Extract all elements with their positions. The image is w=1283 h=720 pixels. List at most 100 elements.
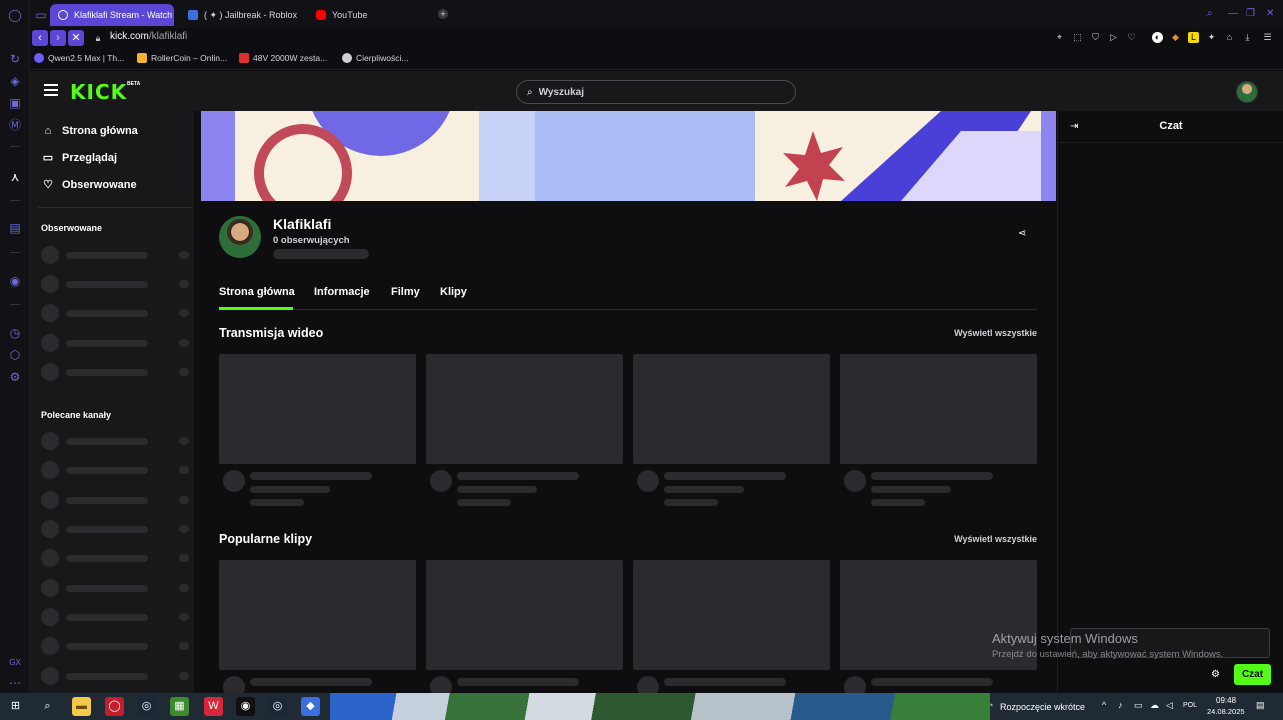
tab-home[interactable]: Strona główna bbox=[219, 286, 295, 298]
bookmark-rollercoin[interactable]: RollerCoin – Onlin... bbox=[137, 53, 227, 63]
mail-icon[interactable]: Ⓜ bbox=[8, 118, 22, 132]
play-icon[interactable]: ▷ bbox=[1108, 32, 1119, 43]
loading-icon bbox=[58, 10, 68, 20]
history-icon[interactable]: ◷ bbox=[8, 326, 22, 340]
language-indicator[interactable]: POL bbox=[1183, 702, 1197, 709]
puzzle-icon[interactable]: ✦ bbox=[1206, 32, 1217, 43]
aria-icon[interactable]: ◈ bbox=[8, 74, 22, 88]
minimize-icon[interactable]: — bbox=[1228, 8, 1238, 19]
url-field[interactable]: kick.com/klafiklafi bbox=[110, 31, 187, 42]
view-all-clips-link[interactable]: Wyświetl wszystkie bbox=[954, 534, 1037, 544]
view-all-videos-link[interactable]: Wyświetl wszystkie bbox=[954, 328, 1037, 338]
chat-settings-icon[interactable]: ⚙ bbox=[1211, 669, 1220, 680]
tab-strip: ▭ Klafiklafi Stream - Watch ( ✦ ) Jailbr… bbox=[30, 0, 1283, 28]
search-icon[interactable]: ⌕ bbox=[38, 697, 57, 716]
heart-icon[interactable]: ♡ bbox=[1126, 32, 1137, 43]
opera-gx-icon[interactable]: ◯ bbox=[105, 697, 124, 716]
bookmark-cierpliwosci[interactable]: Cierpliwości... bbox=[342, 53, 408, 63]
channel-tabs: Strona główna Informacje Filmy Klipy bbox=[219, 284, 1037, 310]
profile-extension-icon[interactable]: ◐ bbox=[1152, 32, 1163, 43]
search-tabs-icon[interactable]: ⌕ bbox=[1207, 8, 1213, 19]
file-explorer-icon[interactable]: ▬ bbox=[72, 697, 91, 716]
clock-time[interactable]: 09:48 bbox=[1216, 696, 1236, 705]
address-bar: ‹ › ✕ 🔒︎ kick.com/klafiklafi ⌖ ⬚ ⛉ ▷ ♡ ◐… bbox=[30, 28, 1283, 48]
skeleton-channel-row bbox=[41, 461, 189, 479]
share-icon[interactable]: ⋖ bbox=[1018, 228, 1030, 240]
tab-kick[interactable]: Klafiklafi Stream - Watch bbox=[50, 4, 174, 26]
pin-icon[interactable]: ⌖ bbox=[1054, 32, 1065, 43]
chat-panel: ⇥ Czat ⚙ Czat bbox=[1057, 111, 1283, 693]
messenger-icon[interactable]: ▣ bbox=[8, 96, 22, 110]
tab-videos[interactable]: Filmy bbox=[391, 286, 420, 298]
user-avatar[interactable] bbox=[1236, 81, 1258, 103]
close-window-icon[interactable]: ✕ bbox=[1266, 8, 1274, 19]
metamask-icon[interactable]: ◆ bbox=[1170, 32, 1181, 43]
kick-logo[interactable]: KICK bbox=[70, 80, 127, 104]
browse-icon: ▭ bbox=[42, 152, 54, 164]
download-icon[interactable]: ⤓ bbox=[1242, 32, 1253, 43]
notification-icon[interactable]: ◔ bbox=[981, 697, 1000, 716]
steam-icon[interactable]: ◎ bbox=[137, 697, 156, 716]
twitch-icon[interactable]: ▤ bbox=[8, 221, 22, 235]
forward-button[interactable]: › bbox=[50, 30, 66, 46]
notification-text[interactable]: Rozpoczęcie wkrótce bbox=[1000, 702, 1085, 712]
sidebar-item-browse[interactable]: ▭ Przeglądaj bbox=[42, 152, 117, 164]
snapshot-icon[interactable]: ⬚ bbox=[1072, 32, 1083, 43]
minecraft-icon[interactable]: ▦ bbox=[170, 697, 189, 716]
clock-date[interactable]: 24.08.2025 bbox=[1207, 707, 1245, 716]
shield-icon[interactable]: ⛉ bbox=[1090, 32, 1101, 43]
steam-icon[interactable]: ◎ bbox=[268, 697, 287, 716]
youtube-icon bbox=[316, 10, 326, 20]
more-icon[interactable]: ⋯ bbox=[8, 676, 22, 690]
bookmark-qwen[interactable]: Qwen2.5 Max | Th... bbox=[34, 53, 124, 63]
notification-center-icon[interactable]: ▤ bbox=[1256, 700, 1265, 711]
home-icon: ⌂ bbox=[44, 125, 52, 137]
restore-icon[interactable]: ❐ bbox=[1246, 8, 1255, 19]
search-input[interactable] bbox=[538, 86, 769, 98]
skeleton-channel-row bbox=[41, 549, 189, 567]
refresh-icon[interactable]: ↻ bbox=[8, 52, 22, 66]
github-icon[interactable]: ◉ bbox=[236, 697, 255, 716]
lock-icon[interactable]: 🔒︎ bbox=[90, 30, 106, 46]
settings-icon[interactable]: ⚙ bbox=[8, 370, 22, 384]
stop-loading-button[interactable]: ✕ bbox=[68, 30, 84, 46]
following-heading: Obserwowane bbox=[41, 223, 103, 233]
tab-roblox[interactable]: ( ✦ ) Jailbreak - Roblox bbox=[180, 4, 304, 26]
tab-about[interactable]: Informacje bbox=[314, 286, 370, 298]
player-icon[interactable]: ◉ bbox=[8, 274, 22, 288]
menu-icon[interactable] bbox=[44, 84, 58, 96]
sidebar-item-following[interactable]: ♡ Obserwowane bbox=[42, 179, 137, 191]
wallet-icon[interactable]: ⌂ bbox=[1224, 32, 1235, 43]
tab-clips[interactable]: Klipy bbox=[440, 286, 467, 298]
back-button[interactable]: ‹ bbox=[32, 30, 48, 46]
skeleton-channel-row bbox=[41, 491, 189, 509]
volume-icon[interactable]: ◁ bbox=[1166, 700, 1173, 711]
search-box[interactable]: ⌕ bbox=[516, 80, 796, 104]
tray-expand-icon[interactable]: ^ bbox=[1102, 700, 1106, 710]
start-icon[interactable]: ⊞ bbox=[6, 697, 25, 716]
arc-icon[interactable]: ⋏ bbox=[8, 170, 22, 184]
tab-youtube[interactable]: YouTube bbox=[308, 4, 418, 26]
tab-label: Klafiklafi Stream - Watch bbox=[74, 10, 173, 20]
sidebar-item-home[interactable]: ⌂ Strona główna bbox=[42, 125, 138, 137]
display-icon[interactable]: ▭ bbox=[1134, 700, 1143, 711]
bookmark-48v[interactable]: 48V 2000W zesta... bbox=[239, 53, 327, 63]
gx-icon[interactable]: GX bbox=[8, 656, 22, 670]
microphone-icon[interactable]: ♪ bbox=[1118, 700, 1123, 710]
extension-l-icon[interactable]: L bbox=[1188, 32, 1199, 43]
windows-activation-watermark: Aktywuj system Windows Przejdź do ustawi… bbox=[992, 631, 1223, 660]
workspace-icon[interactable]: ▭ bbox=[34, 8, 48, 22]
extensions-icon[interactable]: ⬡ bbox=[8, 348, 22, 362]
new-tab-button[interactable]: + bbox=[438, 9, 448, 19]
roblox-icon[interactable]: ◆ bbox=[301, 697, 320, 716]
opera-logo-icon[interactable]: ◯ bbox=[8, 8, 22, 22]
easy-setup-icon[interactable]: ☰ bbox=[1262, 32, 1273, 43]
chat-send-button[interactable]: Czat bbox=[1234, 664, 1271, 685]
network-icon[interactable]: ☁ bbox=[1150, 700, 1159, 711]
tab-label: YouTube bbox=[332, 10, 368, 20]
skeleton-line bbox=[273, 249, 369, 259]
channel-avatar[interactable] bbox=[219, 216, 261, 258]
skeleton-channel-row bbox=[41, 334, 189, 352]
w-app-icon[interactable]: W bbox=[204, 697, 223, 716]
banner-artwork bbox=[201, 111, 1056, 201]
